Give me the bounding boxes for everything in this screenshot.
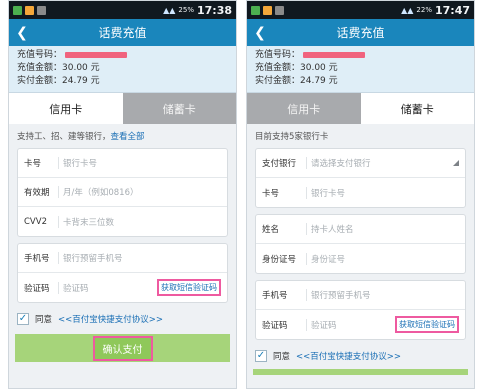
clock: 17:38 <box>196 3 232 17</box>
card-number-row: 卡号 银行卡号 <box>256 178 465 207</box>
id-number-row: 身份证号 身份证号 <box>256 244 465 273</box>
title-bar: ❮ 话费充值 <box>9 19 236 46</box>
card-number-input[interactable]: 银行卡号 <box>58 157 221 169</box>
phone-label: 充值号码： <box>255 50 301 60</box>
pay-bar[interactable] <box>253 369 468 375</box>
order-info: 充值号码： 充值金额：30.00 元 实付金额：24.79 元 <box>9 46 236 93</box>
supported-banks-text: 目前支持5家银行卡 <box>255 132 329 142</box>
get-sms-code-button[interactable]: 获取短信验证码 <box>157 279 221 296</box>
dropdown-icon <box>453 160 459 166</box>
field-label: CVV2 <box>24 216 47 227</box>
battery-level: 22% <box>416 6 432 14</box>
field-label: 身份证号 <box>262 254 297 265</box>
mobile-row: 手机号 银行预留手机号 <box>256 281 465 310</box>
signal-icon: ▲▲ <box>163 5 176 15</box>
supported-banks-text: 支持工、招、建等银行，查看全部 <box>17 132 145 142</box>
agreement-row: ✓ 同意 <<百付宝快捷支付协议>> <box>9 309 236 329</box>
field-label: 姓名 <box>262 225 280 235</box>
masked-phone-number <box>65 51 128 58</box>
notification-icon <box>37 5 46 15</box>
paid-label: 实付金额： <box>255 76 301 86</box>
verify-group: 手机号 银行预留手机号 验证码 验证码 获取短信验证码 <box>17 243 228 303</box>
verify-code-row: 验证码 验证码 获取短信验证码 <box>18 273 227 302</box>
protocol-link[interactable]: <<百付宝快捷支付协议>> <box>58 313 163 325</box>
field-label: 卡号 <box>24 159 42 169</box>
card-type-tabs: 信用卡 储蓄卡 <box>247 93 474 124</box>
page-title: 话费充值 <box>336 26 385 40</box>
battery-level: 25% <box>178 6 194 14</box>
tab-credit-card[interactable]: 信用卡 <box>247 93 361 124</box>
notification-icon <box>25 5 34 15</box>
tab-debit-card[interactable]: 储蓄卡 <box>122 93 236 124</box>
agreement-row: ✓ 同意 <<百付宝快捷支付协议>> <box>247 346 474 366</box>
phone-label: 充值号码： <box>17 50 63 60</box>
left-screen: ▲▲ 25% 17:38 ❮ 话费充值 充值号码： 充值金额：30.00 元 实… <box>8 0 237 389</box>
clock: 17:47 <box>434 3 470 17</box>
signal-icon: ▲▲ <box>401 5 414 15</box>
paid-value: 24.79 元 <box>62 76 100 86</box>
agree-checkbox[interactable]: ✓ <box>255 350 267 362</box>
status-bar: ▲▲ 25% 17:38 <box>9 1 236 19</box>
name-row: 姓名 持卡人姓名 <box>256 215 465 244</box>
masked-phone-number <box>303 51 366 58</box>
field-label: 手机号 <box>24 254 50 264</box>
page-title: 话费充值 <box>98 26 147 40</box>
paid-label: 实付金额： <box>17 76 63 86</box>
notification-icon <box>263 5 272 15</box>
agree-checkbox[interactable]: ✓ <box>17 313 29 325</box>
back-icon[interactable]: ❮ <box>9 25 35 41</box>
bank-select[interactable]: 请选择支付银行 <box>306 157 449 169</box>
mobile-row: 手机号 银行预留手机号 <box>18 244 227 273</box>
field-label: 卡号 <box>262 188 280 199</box>
card-type-tabs: 信用卡 储蓄卡 <box>9 93 236 124</box>
amount-value: 30.00 元 <box>62 63 100 73</box>
id-number-input[interactable]: 身份证号 <box>306 252 459 265</box>
field-label: 有效期 <box>24 188 50 198</box>
cvv2-row: CVV2 卡背末三位数 <box>18 207 227 236</box>
agree-label: 同意 <box>273 352 291 362</box>
tab-credit-card[interactable]: 信用卡 <box>9 93 123 124</box>
notification-icon <box>13 5 22 15</box>
verify-group: 手机号 银行预留手机号 验证码 验证码 获取短信验证码 <box>255 280 466 340</box>
card-info-group: 卡号 银行卡号 有效期 月/年（例如0816） CVV2 卡背末三位数 <box>17 148 228 237</box>
status-bar: ▲▲ 22% 17:47 <box>247 1 474 19</box>
order-info: 充值号码： 充值金额：30.00 元 实付金额：24.79 元 <box>247 46 474 93</box>
field-label: 验证码 <box>262 320 288 331</box>
cvv2-input[interactable]: 卡背末三位数 <box>58 215 221 228</box>
card-number-row: 卡号 银行卡号 <box>18 149 227 178</box>
agree-label: 同意 <box>35 315 53 325</box>
verify-code-row: 验证码 验证码 获取短信验证码 <box>256 310 465 339</box>
paid-value: 24.79 元 <box>300 76 338 86</box>
amount-label: 充值金额： <box>255 63 301 73</box>
cardholder-name-input[interactable]: 持卡人姓名 <box>306 223 459 235</box>
back-icon[interactable]: ❮ <box>247 25 273 41</box>
right-screen: ▲▲ 22% 17:47 ❮ 话费充值 充值号码： 充值金额：30.00 元 实… <box>246 0 475 389</box>
mobile-input[interactable]: 银行预留手机号 <box>58 252 221 264</box>
pay-bar: 确认支付 <box>15 334 230 362</box>
identity-group: 姓名 持卡人姓名 身份证号 身份证号 <box>255 214 466 274</box>
expiry-row: 有效期 月/年（例如0816） <box>18 178 227 207</box>
field-label: 手机号 <box>262 291 288 301</box>
verify-code-input[interactable]: 验证码 <box>58 281 157 294</box>
field-label: 验证码 <box>24 283 50 294</box>
get-sms-code-button[interactable]: 获取短信验证码 <box>395 316 459 333</box>
expiry-input[interactable]: 月/年（例如0816） <box>58 186 221 198</box>
mobile-input[interactable]: 银行预留手机号 <box>306 289 459 301</box>
protocol-link[interactable]: <<百付宝快捷支付协议>> <box>296 350 401 362</box>
amount-label: 充值金额： <box>17 63 63 73</box>
amount-value: 30.00 元 <box>300 63 338 73</box>
confirm-pay-button[interactable]: 确认支付 <box>92 335 153 361</box>
notification-icon <box>251 5 260 15</box>
verify-code-input[interactable]: 验证码 <box>306 318 395 331</box>
field-label: 支付银行 <box>262 159 297 169</box>
bank-select-row[interactable]: 支付银行 请选择支付银行 <box>256 149 465 178</box>
notification-icon <box>275 5 284 15</box>
tab-debit-card[interactable]: 储蓄卡 <box>360 93 474 124</box>
view-all-link[interactable]: 查看全部 <box>111 132 145 142</box>
title-bar: ❮ 话费充值 <box>247 19 474 46</box>
card-number-input[interactable]: 银行卡号 <box>306 186 459 199</box>
bank-info-group: 支付银行 请选择支付银行 卡号 银行卡号 <box>255 148 466 208</box>
